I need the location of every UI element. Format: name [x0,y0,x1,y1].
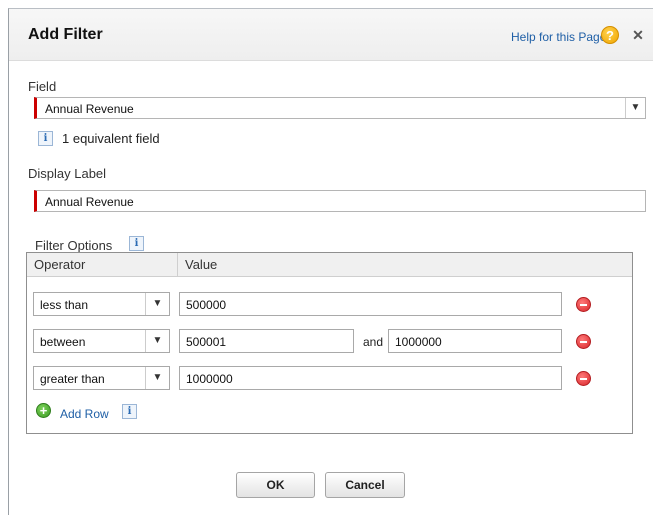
cancel-button[interactable]: Cancel [325,472,405,498]
operator-select-value: between [40,335,86,349]
value-input-2[interactable]: 1000000 [388,329,562,353]
field-select-value: Annual Revenue [45,102,134,116]
info-icon[interactable]: i [38,131,53,146]
close-icon[interactable]: ✕ [631,28,645,42]
filter-options-header: Operator Value [27,253,632,277]
value-column-header: Value [185,257,218,272]
and-label: and [363,335,384,349]
value-input[interactable]: 500001 [179,329,354,353]
dialog-title: Add Filter [28,26,103,43]
chevron-down-icon[interactable]: ▼ [145,330,169,352]
ok-button[interactable]: OK [236,472,315,498]
operator-select-value: less than [40,298,89,312]
chevron-down-icon[interactable]: ▼ [145,367,169,389]
operator-select[interactable]: greater than ▼ [33,366,170,390]
chevron-down-icon[interactable]: ▼ [625,98,645,118]
add-row-link[interactable]: Add Row [60,407,109,421]
equivalent-field-note: 1 equivalent field [62,131,160,146]
field-label: Field [28,79,57,94]
info-icon[interactable]: i [129,236,144,251]
remove-row-icon[interactable] [576,297,591,312]
column-divider [177,253,178,277]
filter-options-label: Filter Options [35,238,113,253]
add-row-icon[interactable]: + [36,403,51,418]
operator-column-header: Operator [34,257,86,272]
value-input[interactable]: 500000 [179,292,562,316]
help-for-page-link[interactable]: Help for this Page [511,30,606,44]
value-input[interactable]: 1000000 [179,366,562,390]
info-icon[interactable]: i [122,404,137,419]
operator-select[interactable]: between ▼ [33,329,170,353]
remove-row-icon[interactable] [576,334,591,349]
operator-select-value: greater than [40,372,105,386]
display-label-label: Display Label [28,166,107,181]
field-select[interactable]: Annual Revenue ▼ [34,97,646,119]
dialog-header: Add Filter Help for this Page ? ✕ [9,9,653,61]
chevron-down-icon[interactable]: ▼ [145,293,169,315]
filter-options-table: Operator Value less than ▼ 500000 betwee… [26,252,633,434]
operator-select[interactable]: less than ▼ [33,292,170,316]
display-label-input[interactable]: Annual Revenue [34,190,646,212]
remove-row-icon[interactable] [576,371,591,386]
help-icon[interactable]: ? [601,26,619,44]
